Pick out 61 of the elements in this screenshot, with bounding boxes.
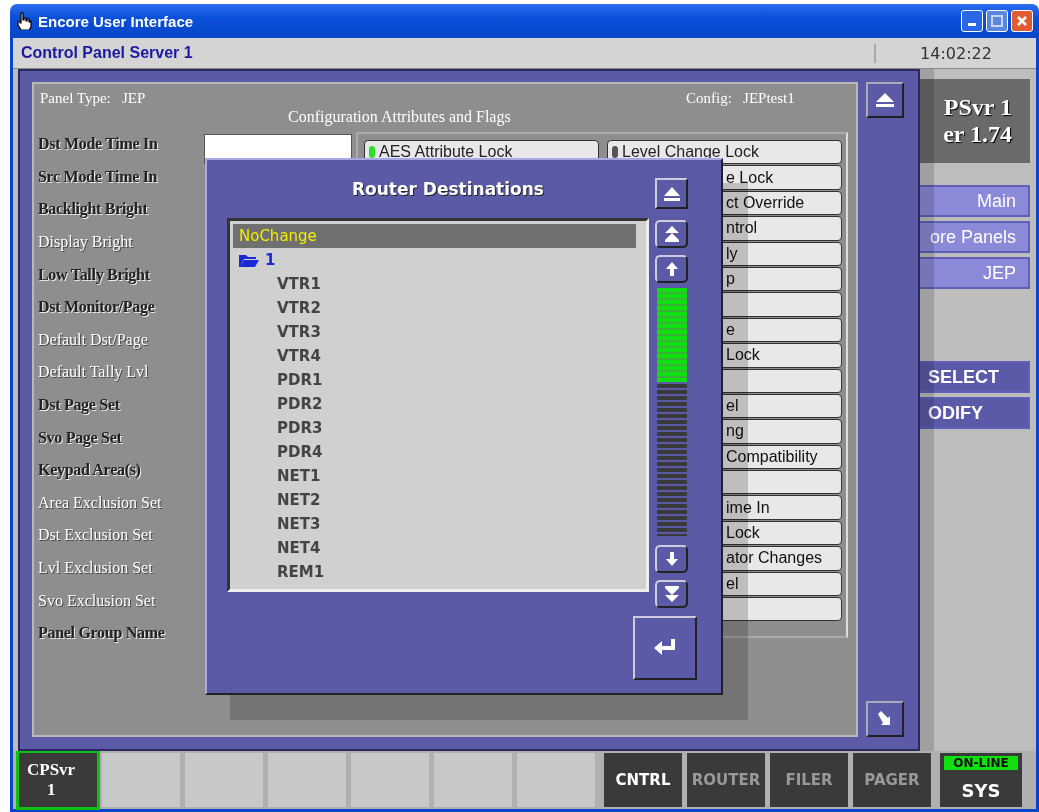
online-indicator: ON-LINE (944, 756, 1018, 770)
scroll-up-button[interactable] (655, 255, 688, 283)
field-label: Default Dst/Page (38, 329, 149, 351)
list-item[interactable]: VTR1 (233, 272, 646, 296)
maximize-icon (991, 15, 1003, 27)
field-label: Dst Page Set (38, 395, 121, 416)
panel-tab[interactable]: CNTRL (604, 753, 682, 807)
up-arrow-icon (664, 261, 679, 277)
window-title: Encore User Interface (38, 12, 194, 30)
resize-button[interactable] (866, 701, 904, 737)
field-label: Keypad Area(s) (38, 460, 142, 481)
minimize-icon (968, 23, 976, 26)
panel-tab[interactable]: FILER (770, 753, 848, 807)
field-label: Svo Page Set (38, 427, 123, 449)
down-arrow-icon (664, 551, 679, 567)
field-label: Backlight Bright (38, 199, 149, 220)
scroll-top-button[interactable] (655, 220, 688, 248)
clock: 14:02:22 (874, 43, 1036, 63)
list-item[interactable]: VTR3 (233, 320, 646, 344)
panel-tab[interactable]: CPSvr 1 (19, 753, 97, 807)
scroll-down-button[interactable] (655, 545, 688, 573)
scroll-bar[interactable] (657, 288, 687, 536)
enter-button[interactable] (633, 616, 697, 680)
field-label: Dst Exclusion Set (38, 525, 154, 546)
list-item[interactable]: PDR1 (233, 368, 646, 392)
eject-icon (874, 91, 896, 109)
panel-type: Panel Type: JEP (40, 90, 146, 107)
list-item[interactable]: PDR2 (233, 392, 646, 416)
double-up-arrow-icon (663, 225, 680, 243)
field-label: Dst Monitor/Page (38, 297, 156, 318)
field-label: Default Tally Lvl (38, 362, 150, 383)
list-item[interactable]: NET1 (233, 464, 646, 488)
system-tab[interactable]: ON-LINE SYS (940, 753, 1022, 807)
panel-tab[interactable]: PAGER (853, 753, 931, 807)
list-item[interactable]: NoChange (233, 224, 636, 248)
field-label: Svo Exclusion Set (38, 590, 157, 611)
field-label: Panel Group Name (38, 623, 166, 644)
field-label: Src Mode Time In (38, 166, 159, 187)
eject-button[interactable] (866, 82, 904, 118)
field-label: Dst Mode Time In (38, 134, 159, 155)
close-button[interactable] (1011, 10, 1033, 32)
panel-tab[interactable]: ROUTER (687, 753, 765, 807)
dialog-title: Configuration Attributes and Flags (288, 108, 511, 126)
minimize-button[interactable] (961, 10, 983, 32)
field-label: Area Exclusion Set (38, 492, 163, 513)
eject-icon (662, 185, 681, 202)
config-name: Config: JEPtest1 (686, 90, 795, 107)
double-down-arrow-icon (663, 585, 680, 603)
field-label: Lvl Exclusion Set (38, 558, 154, 578)
field-label: Display Bright (38, 232, 134, 253)
enter-icon (653, 638, 677, 658)
list-item[interactable]: VTR2 (233, 296, 646, 320)
dialog-title: Router Destinations (352, 179, 544, 199)
eject-button[interactable] (655, 178, 688, 209)
open-folder-icon (239, 253, 259, 267)
field-label: Low Tally Bright (38, 264, 151, 286)
server-title: Control Panel Server 1 (20, 44, 194, 62)
hand-pointer-icon (16, 12, 32, 30)
close-icon (1016, 15, 1028, 27)
maximize-button[interactable] (986, 10, 1008, 32)
scroll-bottom-button[interactable] (655, 580, 688, 608)
